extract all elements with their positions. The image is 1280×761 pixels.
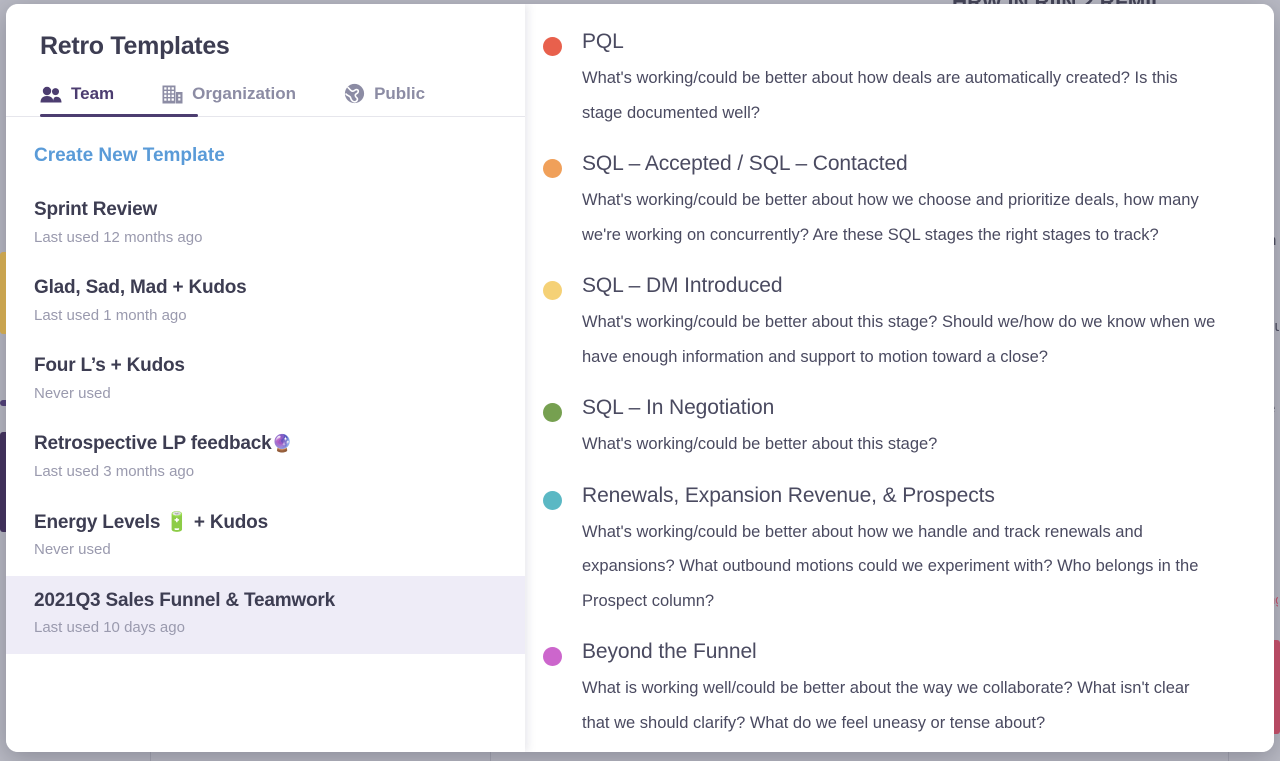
column-color-dot (543, 280, 562, 300)
template-preview-panel[interactable]: PQL What's working/could be better about… (525, 4, 1274, 752)
template-name: Retrospective LP feedback🔮 (34, 431, 497, 457)
tab-team-label: Team (71, 84, 115, 103)
column-color-dot (543, 402, 562, 422)
template-last-used: Last used 1 month ago (34, 306, 187, 324)
list-item-selected[interactable]: 2021Q3 Sales Funnel & Teamwork Last used… (6, 575, 525, 654)
column-prompt: What's working/could be better about how… (582, 191, 1199, 244)
list-item[interactable]: Glad, Sad, Mad + Kudos Last used 1 month… (6, 263, 525, 341)
column-prompt: What is working well/could be better abo… (582, 679, 1190, 732)
template-column: Renewals, Expansion Revenue, & Prospects… (543, 482, 1220, 618)
column-prompt: What's working/could be better about how… (582, 522, 1199, 610)
column-title: Beyond the Funnel (582, 639, 757, 663)
column-prompt: What's working/could be better about how… (582, 69, 1178, 122)
column-title: Renewals, Expansion Revenue, & Prospects (582, 483, 995, 507)
template-last-used: Last used 12 months ago (34, 228, 203, 246)
template-name: Four L’s + Kudos (34, 355, 185, 377)
building-icon (162, 85, 183, 104)
template-list[interactable]: Create New Template Sprint Review Last u… (6, 117, 525, 752)
tab-public-label: Public (374, 83, 426, 103)
tab-organization-label: Organization (192, 84, 297, 103)
list-item[interactable]: Retrospective LP feedback🔮 Last used 3 m… (6, 419, 525, 497)
template-name: Sprint Review (34, 199, 158, 220)
column-color-dot (543, 158, 562, 178)
template-last-used: Last used 3 months ago (34, 463, 195, 481)
column-title: PQL (582, 30, 624, 53)
column-color-dot (543, 37, 562, 56)
list-item[interactable]: Four L’s + Kudos Never used (6, 341, 525, 419)
column-title: SQL – In Negotiation (582, 395, 775, 419)
template-column: SQL – DM Introduced What's working/could… (543, 272, 1220, 374)
column-title: SQL – DM Introduced (582, 273, 783, 297)
template-column: PQL What's working/could be better about… (543, 28, 1220, 130)
template-last-used: Never used (34, 541, 111, 559)
tab-organization[interactable]: Organization (162, 84, 296, 117)
globe-icon (344, 83, 365, 104)
list-item[interactable]: Sprint Review Last used 12 months ago (6, 185, 525, 263)
template-last-used: Last used 10 days ago (34, 619, 185, 637)
tab-public[interactable]: Public (344, 83, 425, 117)
retro-templates-modal: Retro Templates Team Organization Public… (6, 4, 1274, 752)
sidebar-header: Retro Templates Team Organization Public (6, 4, 525, 117)
template-name: Glad, Sad, Mad + Kudos (34, 277, 247, 299)
people-icon (40, 86, 62, 103)
template-name: Energy Levels 🔋 + Kudos (34, 511, 268, 533)
template-last-used: Never used (34, 384, 111, 402)
crystal-ball-icon: 🔮 (271, 434, 293, 454)
tab-team[interactable]: Team (40, 84, 114, 117)
column-prompt: What's working/could be better about thi… (582, 313, 1216, 366)
template-scope-tabs: Team Organization Public (40, 83, 525, 117)
template-column: SQL – Accepted / SQL – Contacted What's … (543, 150, 1220, 252)
template-name-text: Retrospective LP feedback (34, 433, 272, 455)
column-prompt: What's working/could be better about thi… (582, 435, 938, 454)
template-column: Beyond the Funnel What is working well/c… (543, 638, 1220, 740)
column-color-dot (543, 646, 562, 666)
templates-sidebar: Retro Templates Team Organization Public… (6, 4, 525, 752)
column-title: SQL – Accepted / SQL – Contacted (582, 151, 908, 175)
template-name: 2021Q3 Sales Funnel & Teamwork (34, 589, 335, 611)
list-item[interactable]: Energy Levels 🔋 + Kudos Never used (6, 498, 525, 576)
column-color-dot (543, 490, 562, 510)
page-title: Retro Templates (40, 32, 230, 60)
create-new-template-button[interactable]: Create New Template (6, 137, 225, 185)
template-column: SQL – In Negotiation What's working/coul… (543, 394, 1220, 462)
